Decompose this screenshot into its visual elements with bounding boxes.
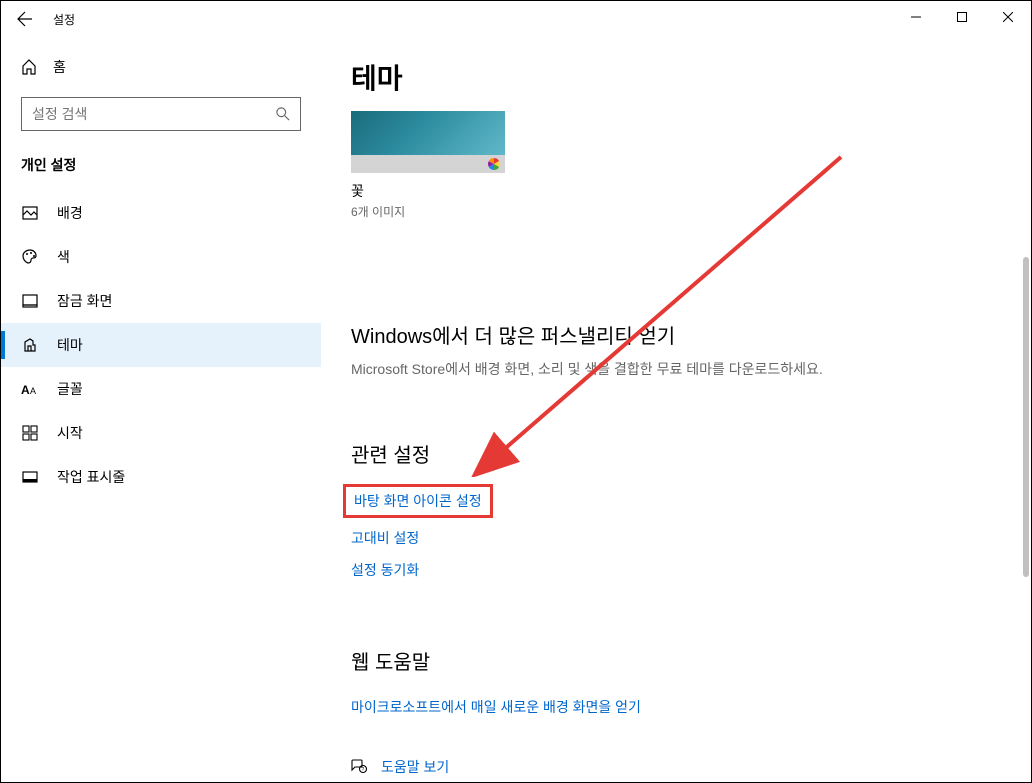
minimize-icon [911,12,921,22]
sidebar-item-lockscreen[interactable]: 잠금 화면 [1,279,321,323]
link-desktop-icon-settings[interactable]: 바탕 화면 아이콘 설정 [354,491,482,511]
maximize-button[interactable] [939,1,985,33]
search-box[interactable] [21,97,301,131]
theme-image-count: 6개 이미지 [351,203,505,220]
theme-preview[interactable]: 꽃 6개 이미지 [351,111,505,220]
link-web-help[interactable]: 마이크로소프트에서 매일 새로운 배경 화면을 얻기 [351,691,1001,723]
search-input[interactable] [32,106,276,122]
store-description: Microsoft Store에서 배경 화면, 소리 및 색을 결합한 무료 … [351,359,1001,379]
main-container: 홈 개인 설정 배경 색 잠금 화면 테마 AA 글꼴 [1,37,1031,782]
sidebar-item-label: 배경 [57,203,83,223]
search-icon [276,107,290,121]
link-sync-settings[interactable]: 설정 동기화 [351,554,1001,586]
svg-text:A: A [30,386,36,396]
link-high-contrast[interactable]: 고대비 설정 [351,522,1001,554]
help-link[interactable]: ? 도움말 보기 [351,751,1001,782]
close-icon [1003,12,1013,22]
sidebar-item-start[interactable]: 시작 [1,411,321,455]
sidebar-item-background[interactable]: 배경 [1,191,321,235]
scrollbar-thumb[interactable] [1023,257,1029,577]
start-icon [22,425,38,441]
taskbar-icon [22,469,38,485]
related-settings-heading: 관련 설정 [351,439,1001,468]
minimize-button[interactable] [893,1,939,33]
theme-preview-image [351,111,505,155]
help-link-label: 도움말 보기 [381,757,449,777]
sidebar-item-taskbar[interactable]: 작업 표시줄 [1,455,321,499]
svg-text:A: A [21,383,30,397]
maximize-icon [957,12,967,22]
back-arrow-icon [17,11,33,27]
content-area: 테마 꽃 6개 이미지 Windows에서 더 많은 퍼스낼리티 얻기 Micr… [321,37,1031,782]
sidebar-item-font[interactable]: AA 글꼴 [1,367,321,411]
font-icon: AA [21,381,39,397]
highlight-annotation-box: 바탕 화면 아이콘 설정 [343,484,493,518]
close-button[interactable] [985,1,1031,33]
titlebar: 설정 [1,1,1031,37]
home-icon [21,59,37,75]
category-header: 개인 설정 [1,149,321,191]
store-heading: Windows에서 더 많은 퍼스낼리티 얻기 [351,320,1001,349]
lockscreen-icon [22,293,38,309]
window-controls [893,1,1031,33]
sidebar-item-label: 테마 [57,335,83,355]
theme-icon [22,337,38,353]
sidebar-item-label: 글꼴 [57,379,83,399]
help-chat-icon: ? [351,759,367,775]
color-wheel-icon [487,157,501,171]
background-icon [22,205,38,221]
sidebar-item-label: 작업 표시줄 [57,467,125,487]
home-item[interactable]: 홈 [1,47,321,87]
web-help-heading: 웹 도움말 [351,646,1001,675]
back-button[interactable] [1,1,49,37]
theme-preview-bar [351,155,505,173]
sidebar-item-label: 시작 [57,423,83,443]
sidebar: 홈 개인 설정 배경 색 잠금 화면 테마 AA 글꼴 [1,37,321,782]
window-title: 설정 [53,11,75,28]
annotation-arrow [471,147,851,477]
sidebar-item-color[interactable]: 색 [1,235,321,279]
theme-name: 꽃 [351,181,505,201]
home-label: 홈 [53,57,66,77]
sidebar-item-label: 색 [57,247,70,267]
color-icon [22,249,38,265]
sidebar-item-label: 잠금 화면 [57,291,112,311]
page-title: 테마 [351,57,1001,97]
sidebar-item-theme[interactable]: 테마 [1,323,321,367]
svg-text:?: ? [362,767,365,773]
